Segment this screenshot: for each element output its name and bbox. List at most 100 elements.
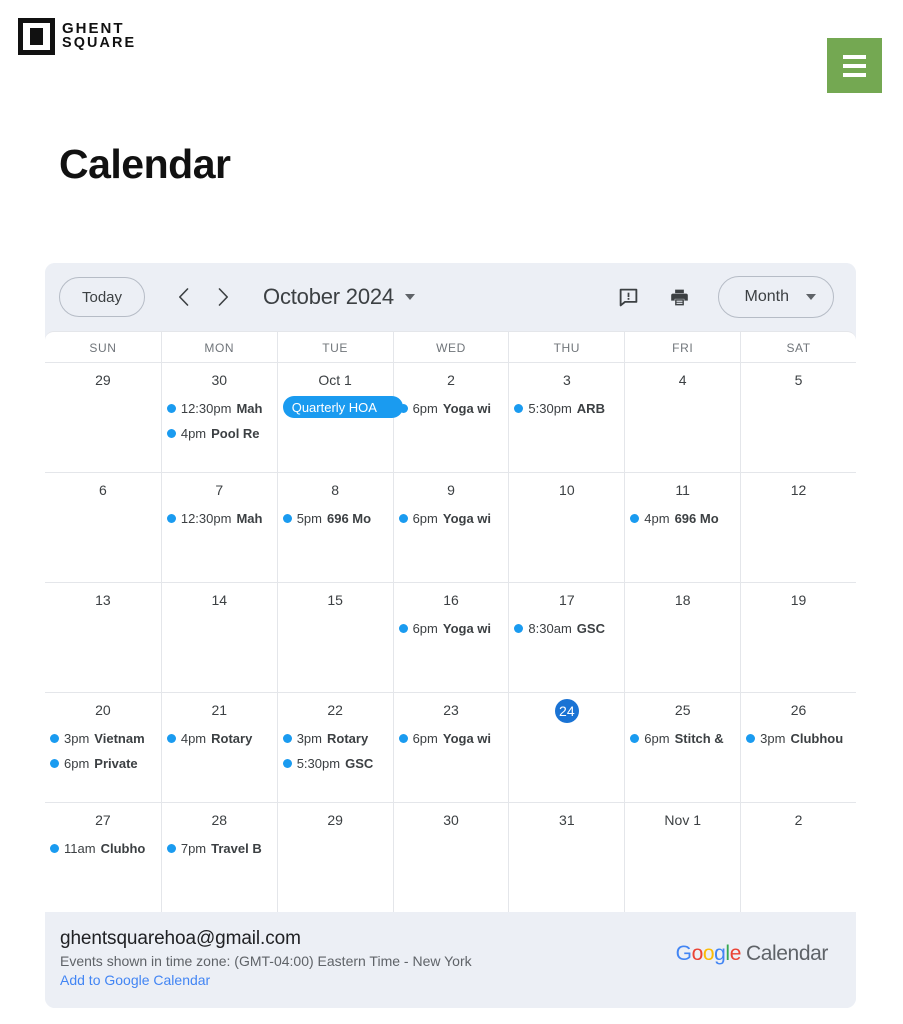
day-number[interactable]: 26 [788, 699, 810, 721]
calendar-day-cell[interactable]: 31 [508, 802, 625, 912]
calendar-day-cell[interactable]: 4 [624, 362, 741, 472]
calendar-day-cell[interactable]: 30 [392, 802, 509, 912]
calendar-day-cell[interactable]: 16 6pm Yoga wi [392, 582, 509, 692]
day-number[interactable]: 28 [208, 809, 230, 831]
day-number[interactable]: 30 [440, 809, 462, 831]
calendar-day-cell[interactable]: 12 [740, 472, 856, 582]
calendar-day-cell[interactable]: 29 [45, 362, 161, 472]
next-month-button[interactable] [209, 283, 237, 311]
calendar-day-cell[interactable]: 20 3pm Vietnam 6pm Private [45, 692, 161, 802]
calendar-event[interactable]: 6pm Stitch & [630, 726, 738, 751]
calendar-day-cell[interactable]: 13 [45, 582, 161, 692]
day-number[interactable]: 7 [208, 479, 230, 501]
day-number[interactable]: 19 [788, 589, 810, 611]
day-number[interactable]: 18 [672, 589, 694, 611]
today-button[interactable]: Today [59, 277, 146, 317]
day-number[interactable]: 3 [556, 369, 578, 391]
previous-month-button[interactable] [169, 283, 197, 311]
calendar-event[interactable]: 4pm 696 Mo [630, 506, 738, 531]
day-number[interactable]: 15 [324, 589, 346, 611]
printer-icon[interactable] [667, 284, 693, 310]
calendar-day-cell[interactable]: 3 5:30pm ARB [508, 362, 625, 472]
calendar-day-cell[interactable]: 7 12:30pm Mah [160, 472, 277, 582]
day-number[interactable]: 23 [440, 699, 462, 721]
calendar-event[interactable]: 3pm Clubhou [746, 726, 854, 751]
day-number[interactable]: 14 [208, 589, 230, 611]
calendar-day-cell[interactable]: 29 [276, 802, 393, 912]
month-period-selector[interactable]: October 2024 [263, 284, 415, 310]
calendar-event[interactable]: 6pm Yoga wi [398, 726, 507, 751]
calendar-day-cell[interactable]: 19 [740, 582, 856, 692]
day-number[interactable]: 27 [92, 809, 114, 831]
calendar-event[interactable]: 12:30pm Mah [166, 506, 275, 531]
day-number[interactable]: 17 [556, 589, 578, 611]
calendar-event[interactable]: 4pm Pool Re [166, 421, 275, 446]
calendar-event[interactable]: 6pm Yoga wi [398, 396, 507, 421]
calendar-day-cell[interactable]: 17 8:30am GSC [508, 582, 625, 692]
calendar-event[interactable]: Quarterly HOA [282, 396, 403, 418]
day-number[interactable]: Nov 1 [664, 809, 701, 831]
calendar-day-cell[interactable]: 11 4pm 696 Mo [624, 472, 741, 582]
add-to-google-calendar-link[interactable]: Add to Google Calendar [60, 972, 210, 988]
day-number[interactable]: 9 [440, 479, 462, 501]
day-number[interactable]: 10 [556, 479, 578, 501]
calendar-day-cell[interactable]: Oct 1 Quarterly HOA [276, 362, 403, 472]
calendar-day-cell[interactable]: 15 [276, 582, 393, 692]
calendar-day-cell[interactable]: 25 6pm Stitch & [624, 692, 741, 802]
calendar-day-cell[interactable]: 27 11am Clubho [45, 802, 161, 912]
calendar-day-cell[interactable]: 23 6pm Yoga wi [392, 692, 509, 802]
day-number[interactable]: 22 [324, 699, 346, 721]
day-number[interactable]: 5 [788, 369, 810, 391]
day-number[interactable]: 25 [672, 699, 694, 721]
calendar-day-cell[interactable]: 30 12:30pm Mah 4pm Pool Re [160, 362, 277, 472]
day-number[interactable]: 6 [92, 479, 114, 501]
calendar-day-cell[interactable]: 2 [740, 802, 856, 912]
calendar-day-cell[interactable]: 10 [508, 472, 625, 582]
site-logo[interactable]: GHENT SQUARE [18, 18, 136, 55]
calendar-day-cell[interactable]: 6 [45, 472, 161, 582]
calendar-day-cell[interactable]: 21 4pm Rotary [160, 692, 277, 802]
calendar-event[interactable]: 6pm Yoga wi [398, 616, 507, 641]
calendar-event[interactable]: 8:30am GSC [514, 616, 622, 641]
calendar-day-cell[interactable]: 24 [508, 692, 625, 802]
day-number[interactable]: 2 [788, 809, 810, 831]
calendar-event[interactable]: 5:30pm GSC [282, 751, 391, 776]
calendar-day-cell[interactable]: Nov 1 [624, 802, 741, 912]
calendar-day-cell[interactable]: 9 6pm Yoga wi [392, 472, 509, 582]
calendar-event[interactable]: 3pm Vietnam [50, 726, 159, 751]
day-number[interactable]: 16 [440, 589, 462, 611]
day-number[interactable]: 20 [92, 699, 114, 721]
calendar-event[interactable]: 7pm Travel B [166, 836, 275, 861]
calendar-day-cell[interactable]: 5 [740, 362, 856, 472]
day-number[interactable]: 13 [92, 589, 114, 611]
calendar-day-cell[interactable]: 28 7pm Travel B [160, 802, 277, 912]
view-mode-selector[interactable]: Month [717, 276, 834, 318]
calendar-event[interactable]: 6pm Private [50, 751, 159, 776]
calendar-event[interactable]: 11am Clubho [50, 836, 159, 861]
day-number[interactable]: 30 [208, 369, 230, 391]
calendar-event[interactable]: 6pm Yoga wi [398, 506, 507, 531]
day-number[interactable]: 21 [208, 699, 230, 721]
report-issue-icon[interactable] [616, 284, 642, 310]
day-number[interactable]: 2 [440, 369, 462, 391]
calendar-day-cell[interactable]: 14 [160, 582, 277, 692]
day-number[interactable]: 29 [324, 809, 346, 831]
day-number[interactable]: 11 [672, 479, 694, 501]
day-number[interactable]: 31 [556, 809, 578, 831]
day-number[interactable]: 4 [672, 369, 694, 391]
calendar-day-cell[interactable]: 8 5pm 696 Mo [276, 472, 393, 582]
calendar-event[interactable]: 5:30pm ARB [514, 396, 622, 421]
day-number-today[interactable]: 24 [554, 699, 579, 723]
calendar-event[interactable]: 5pm 696 Mo [282, 506, 391, 531]
calendar-event[interactable]: 12:30pm Mah [166, 396, 275, 421]
day-number[interactable]: 8 [324, 479, 346, 501]
calendar-event[interactable]: 3pm Rotary [282, 726, 391, 751]
calendar-day-cell[interactable]: 22 3pm Rotary 5:30pm GSC [276, 692, 393, 802]
day-number[interactable]: 29 [92, 369, 114, 391]
day-number[interactable]: Oct 1 [318, 369, 351, 391]
calendar-event[interactable]: 4pm Rotary [166, 726, 275, 751]
calendar-day-cell[interactable]: 2 6pm Yoga wi [392, 362, 509, 472]
calendar-day-cell[interactable]: 26 3pm Clubhou [740, 692, 856, 802]
day-number[interactable]: 12 [788, 479, 810, 501]
hamburger-menu-icon[interactable] [827, 38, 882, 93]
